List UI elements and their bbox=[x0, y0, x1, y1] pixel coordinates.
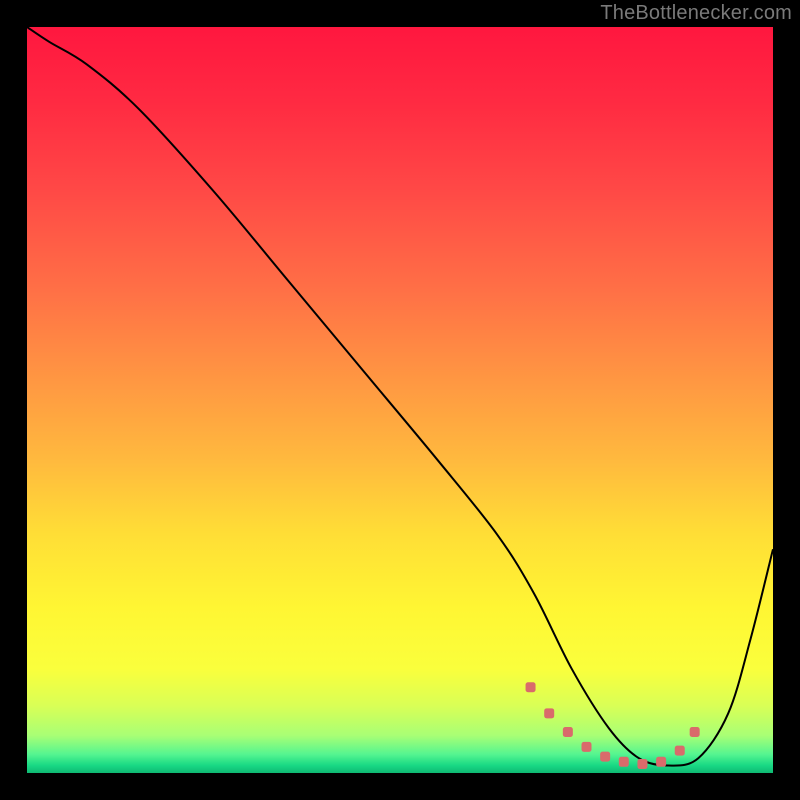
sweet-spot-marker bbox=[544, 708, 554, 718]
sweet-spot-marker bbox=[675, 746, 685, 756]
sweet-spot-marker bbox=[656, 757, 666, 767]
plot-background bbox=[27, 27, 773, 773]
sweet-spot-marker bbox=[619, 757, 629, 767]
sweet-spot-marker bbox=[600, 752, 610, 762]
sweet-spot-marker bbox=[563, 727, 573, 737]
watermark-text: TheBottlenecker.com bbox=[600, 2, 792, 25]
sweet-spot-marker bbox=[690, 727, 700, 737]
sweet-spot-marker bbox=[526, 682, 536, 692]
sweet-spot-marker bbox=[582, 742, 592, 752]
chart-container: TheBottlenecker.com bbox=[0, 0, 800, 800]
bottleneck-plot bbox=[27, 27, 773, 773]
sweet-spot-marker bbox=[637, 759, 647, 769]
